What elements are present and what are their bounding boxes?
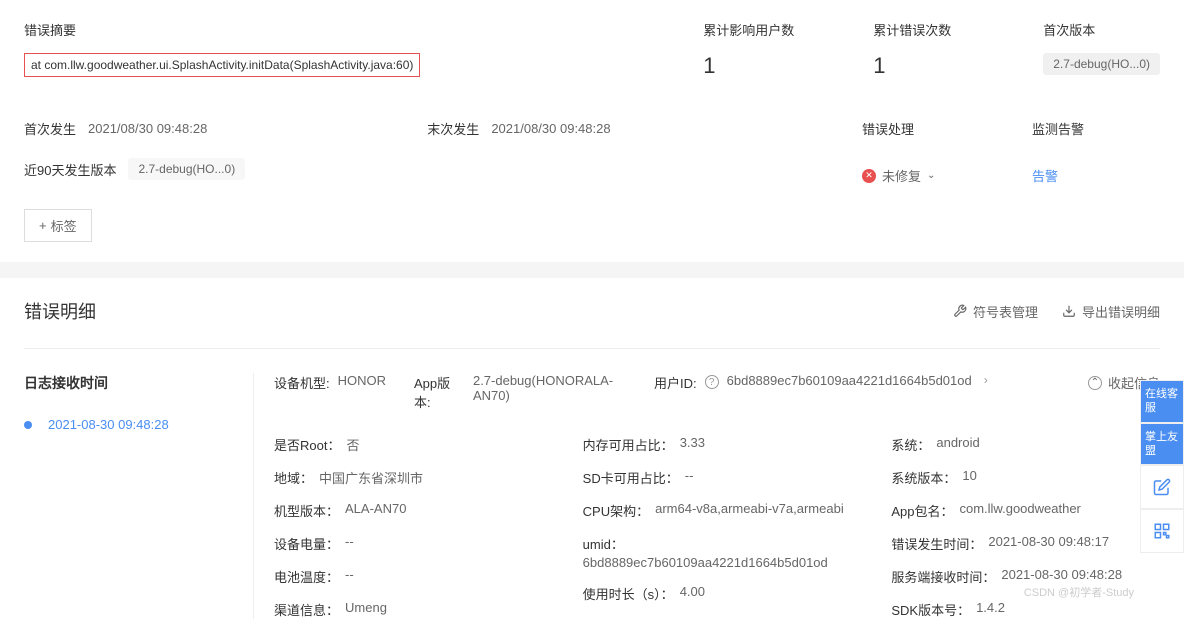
device-label: 设备机型:	[274, 373, 330, 392]
palm-youmeng-button[interactable]: 掌上友盟	[1140, 423, 1184, 466]
detail-panel: 错误明细 符号表管理 导出错误明细 日志接收时间 2021-08-30 09:4…	[0, 278, 1184, 639]
user-id-label: 用户ID:	[654, 373, 697, 392]
symbol-table-mgmt-button[interactable]: 符号表管理	[953, 302, 1038, 321]
watermark-text: CSDN @初学者-Study	[1024, 584, 1134, 600]
log-time-column: 日志接收时间 2021-08-30 09:48:28	[24, 373, 254, 619]
alert-link[interactable]: 告警	[1032, 166, 1132, 185]
qrcode-button[interactable]	[1140, 509, 1184, 553]
app-label: App版本:	[414, 373, 465, 411]
first-time-value: 2021/08/30 09:48:28	[88, 121, 207, 136]
fix-status-dropdown[interactable]: ✕ 未修复 ⌄	[862, 166, 962, 185]
detail-col-left: 是否Root：否 地域：中国广东省深圳市 机型版本：ALA-AN70 设备电量：…	[274, 435, 543, 619]
summary-title: 错误摘要	[24, 20, 663, 39]
plus-icon: +	[39, 218, 47, 233]
log-item[interactable]: 2021-08-30 09:48:28	[24, 417, 233, 432]
last-time-label: 末次发生	[427, 119, 479, 138]
chevron-down-icon: ⌄	[927, 170, 935, 181]
stat-users: 累计影响用户数 1	[703, 20, 803, 79]
side-float-toolbar: 在线客服 掌上友盟	[1140, 380, 1184, 553]
edit-button[interactable]	[1140, 465, 1184, 509]
detail-title: 错误明细	[24, 298, 96, 324]
ninety-day-version-select[interactable]: 2.7-debug(HO...0)	[128, 158, 245, 180]
error-icon: ✕	[862, 169, 876, 183]
edit-icon	[1153, 478, 1171, 496]
user-id-value: 6bd8889ec7b60109aa4221d1664b5d01od	[727, 373, 972, 388]
stat-first-version: 首次版本 2.7-debug(HO...0)	[1043, 20, 1160, 79]
qrcode-icon	[1153, 522, 1171, 540]
summary-panel: 错误摘要 at com.llw.goodweather.ui.SplashAct…	[0, 0, 1184, 262]
stack-trace-box[interactable]: at com.llw.goodweather.ui.SplashActivity…	[24, 53, 420, 77]
first-time-label: 首次发生	[24, 119, 76, 138]
alert-label: 监测告警	[1032, 119, 1132, 138]
arrow-up-icon: ⌃	[1088, 376, 1102, 390]
last-time-value: 2021/08/30 09:48:28	[491, 121, 610, 136]
stat-errors: 累计错误次数 1	[873, 20, 973, 79]
wrench-icon	[953, 304, 967, 318]
online-service-button[interactable]: 在线客服	[1140, 380, 1184, 423]
log-title: 日志接收时间	[24, 373, 233, 393]
ninety-day-label: 近90天发生版本	[24, 160, 116, 179]
device-value: HONOR	[338, 373, 386, 388]
app-value: 2.7-debug(HONORALA-AN70)	[473, 373, 644, 403]
process-label: 错误处理	[862, 119, 962, 138]
active-dot-icon	[24, 421, 32, 429]
export-icon	[1062, 304, 1076, 318]
question-icon[interactable]: ?	[705, 375, 719, 389]
detail-col-mid: 内存可用占比：3.33 SD卡可用占比：-- CPU架构：arm64-v8a,a…	[583, 435, 852, 619]
add-tag-button[interactable]: + 标签	[24, 209, 92, 242]
chevron-right-icon[interactable]: ›	[984, 373, 988, 387]
log-time-link[interactable]: 2021-08-30 09:48:28	[48, 417, 169, 432]
export-detail-button[interactable]: 导出错误明细	[1062, 302, 1160, 321]
